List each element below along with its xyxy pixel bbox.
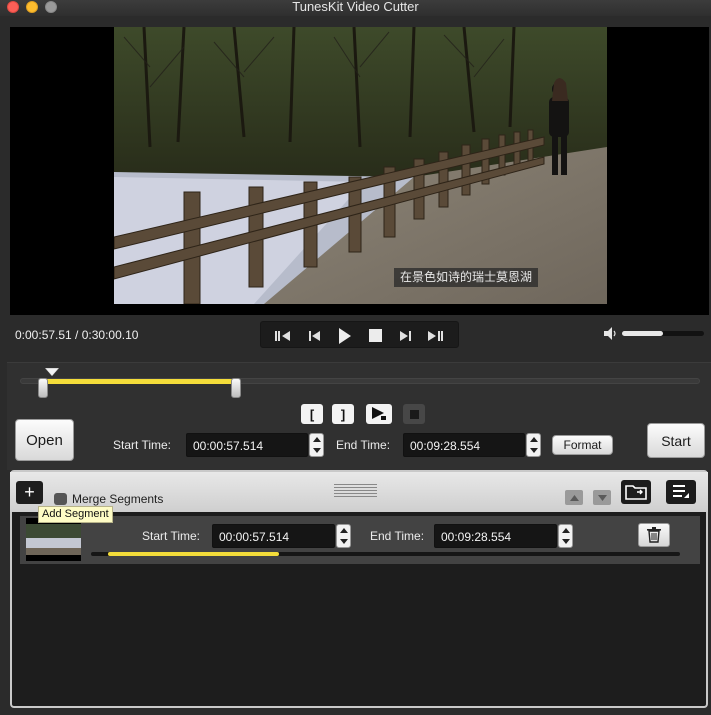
- set-start-button[interactable]: [: [301, 404, 323, 424]
- volume-level: [622, 331, 663, 336]
- volume-slider[interactable]: [622, 331, 704, 336]
- segment-start-time-label: Start Time:: [142, 529, 201, 543]
- play-button[interactable]: [331, 322, 359, 349]
- panel-resize-grip[interactable]: [334, 484, 377, 500]
- step-forward-button[interactable]: [391, 322, 419, 349]
- skip-to-start-button[interactable]: [269, 322, 297, 349]
- move-segment-up-button[interactable]: [565, 490, 583, 505]
- skip-start-icon: [275, 330, 290, 341]
- output-folder-button[interactable]: [621, 480, 651, 504]
- video-frame-image: [114, 27, 607, 304]
- segment-progress-fill: [108, 552, 279, 556]
- end-time-label: End Time:: [336, 438, 391, 452]
- preview-segment-button[interactable]: [366, 404, 392, 424]
- stop-icon: [409, 409, 419, 419]
- segment-list-button[interactable]: [666, 480, 696, 504]
- transport-controls: [260, 321, 459, 348]
- segment-start-time-stepper[interactable]: [336, 524, 351, 548]
- segment-end-time-label: End Time:: [370, 529, 425, 543]
- video-preview: 在景色如诗的瑞士莫恩湖: [10, 27, 709, 315]
- play-icon: [339, 327, 351, 344]
- start-button[interactable]: Start: [647, 423, 705, 458]
- skip-to-end-button[interactable]: [421, 322, 449, 349]
- start-time-stepper[interactable]: [309, 433, 324, 457]
- title-bar: TunesKit Video Cutter: [0, 0, 711, 16]
- video-frame: 在景色如诗的瑞士莫恩湖: [114, 27, 607, 304]
- step-back-button[interactable]: [301, 322, 329, 349]
- folder-icon: [625, 485, 647, 500]
- set-end-button[interactable]: ]: [332, 404, 354, 424]
- segment-row[interactable]: [20, 516, 700, 564]
- merge-segments-checkbox[interactable]: [54, 493, 67, 505]
- app-window: TunesKit Video Cutter 在景色如诗的瑞士莫恩湖 0:00:5…: [0, 0, 711, 715]
- delete-segment-button[interactable]: [638, 523, 670, 547]
- segment-thumbnail-image: [26, 518, 81, 561]
- stop-icon: [368, 329, 382, 342]
- format-button[interactable]: Format: [552, 435, 613, 455]
- chevron-up-icon: [569, 494, 579, 501]
- chevron-down-icon: [597, 494, 607, 501]
- stop-button[interactable]: [361, 322, 389, 349]
- add-segment-tooltip: Add Segment: [38, 506, 113, 523]
- end-time-stepper[interactable]: [526, 433, 541, 457]
- end-time-field[interactable]: 00:09:28.554: [403, 433, 525, 457]
- move-segment-down-button[interactable]: [593, 490, 611, 505]
- play-segment-icon: [372, 407, 386, 420]
- trash-icon: [647, 527, 661, 543]
- step-back-icon: [309, 330, 320, 341]
- window-title: TunesKit Video Cutter: [292, 0, 419, 14]
- selection-end-handle[interactable]: [231, 378, 241, 398]
- stop-preview-button[interactable]: [403, 404, 425, 424]
- timecode-display: 0:00:57.51 / 0:30:00.10: [15, 328, 139, 342]
- start-time-field[interactable]: 00:00:57.514: [186, 433, 308, 457]
- video-subtitle: 在景色如诗的瑞士莫恩湖: [394, 268, 539, 287]
- step-forward-icon: [400, 330, 411, 341]
- add-segment-button[interactable]: +: [16, 481, 43, 504]
- list-edit-icon: [673, 485, 689, 498]
- merge-segments-label: Merge Segments: [72, 492, 164, 506]
- selection-start-handle[interactable]: [38, 378, 48, 398]
- playhead-marker-icon[interactable]: [45, 368, 59, 377]
- segment-end-time-stepper[interactable]: [558, 524, 573, 548]
- segment-start-time-field[interactable]: 00:00:57.514: [212, 524, 335, 548]
- skip-end-icon: [428, 330, 443, 341]
- segment-end-time-field[interactable]: 00:09:28.554: [434, 524, 557, 548]
- start-time-label: Start Time:: [113, 438, 172, 452]
- open-button[interactable]: Open: [15, 419, 74, 461]
- segment-thumbnail: [26, 518, 81, 561]
- volume-icon[interactable]: [604, 327, 618, 340]
- timeline-selection: [42, 379, 236, 384]
